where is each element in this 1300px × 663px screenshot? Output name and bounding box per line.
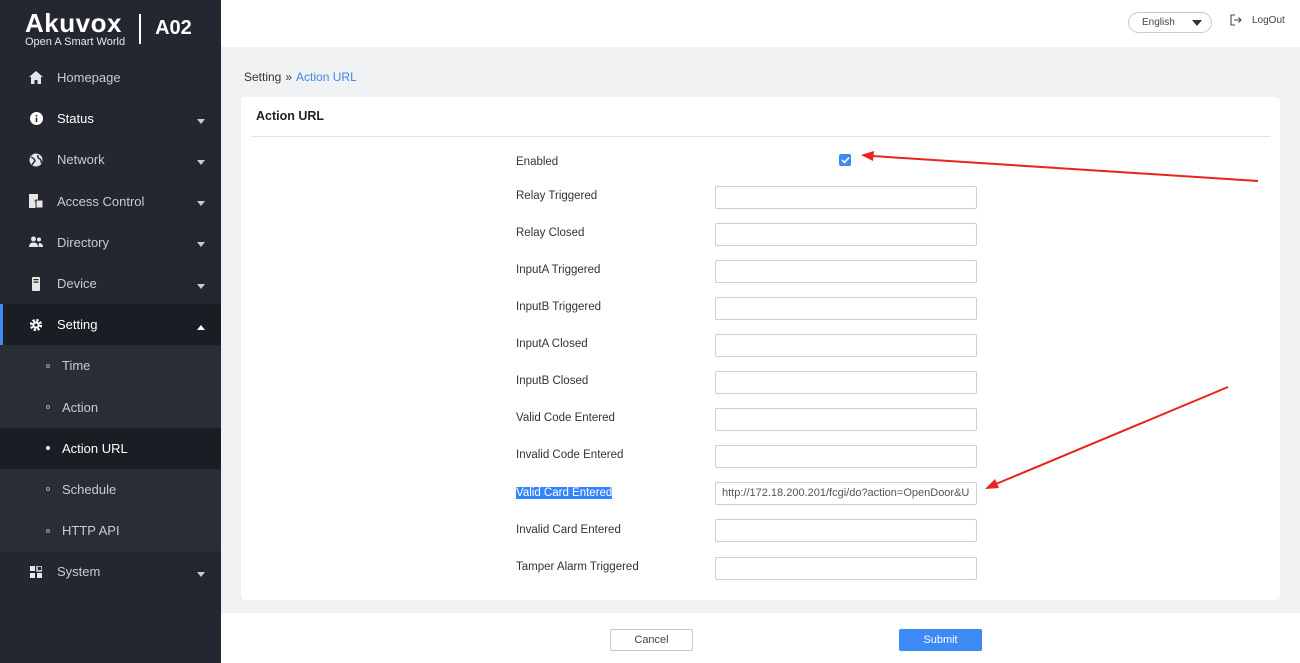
form-footer: Cancel Submit	[221, 613, 1300, 663]
sidebar-nav: Homepage Status Network Access Control D…	[0, 57, 221, 592]
logo-name: Akuvox	[25, 7, 122, 38]
divider	[251, 136, 1270, 137]
globe-icon	[28, 153, 44, 167]
check-icon	[840, 156, 850, 164]
enabled-label: Enabled	[516, 156, 559, 168]
sidebar-item-label: Status	[57, 111, 94, 127]
sidebar-item-setting[interactable]: Setting	[0, 304, 221, 346]
chevron-down-icon	[197, 118, 205, 124]
valid-code-entered-label: Valid Code Entered	[516, 412, 615, 424]
breadcrumb-current: Action URL	[296, 70, 357, 84]
valid-code-entered-input[interactable]	[715, 408, 977, 431]
valid-card-entered-label: Valid Card Entered	[516, 487, 613, 499]
akuvox-logo: Akuvox Open A Smart World	[25, 10, 125, 48]
highlighted-label-text: Valid Card Entered	[516, 487, 613, 499]
invalid-code-entered-label: Invalid Code Entered	[516, 449, 624, 461]
bullet-icon	[46, 405, 50, 410]
sidebar-subitem-label: Action URL	[62, 440, 128, 456]
users-icon	[28, 235, 44, 249]
tamper-alarm-triggered-input[interactable]	[715, 557, 977, 580]
gear-icon	[28, 318, 44, 332]
sidebar-item-status[interactable]: Status	[0, 98, 221, 139]
sidebar-subitem-label: Time	[62, 358, 91, 374]
valid-card-entered-input[interactable]: http://172.18.200.201/fcgi/do?action=Ope…	[715, 482, 977, 505]
sidebar-item-label: Setting	[57, 317, 98, 333]
inputa-triggered-input[interactable]	[715, 260, 977, 283]
sidebar-item-label: Device	[57, 276, 97, 292]
sidebar-item-label: Network	[57, 152, 105, 168]
sidebar-subitem-time[interactable]: Time	[0, 345, 221, 386]
door-icon	[28, 194, 44, 209]
invalid-code-entered-input[interactable]	[715, 445, 977, 468]
sidebar-item-homepage[interactable]: Homepage	[0, 57, 221, 98]
tamper-alarm-triggered-label: Tamper Alarm Triggered	[516, 561, 639, 573]
bullet-icon	[46, 528, 50, 533]
language-select[interactable]: English	[1128, 12, 1212, 33]
device-icon	[28, 276, 44, 291]
relay-triggered-input[interactable]	[715, 186, 977, 209]
invalid-card-entered-label: Invalid Card Entered	[516, 524, 621, 536]
chevron-down-icon	[197, 283, 205, 289]
inputb-triggered-input[interactable]	[715, 297, 977, 320]
logout-button[interactable]: LogOut	[1230, 14, 1285, 26]
chevron-down-icon	[197, 159, 205, 165]
chevron-up-icon	[197, 324, 205, 330]
sidebar-item-network[interactable]: Network	[0, 139, 221, 180]
relay-triggered-label: Relay Triggered	[516, 190, 598, 202]
sidebar-item-label: System	[57, 564, 101, 580]
brand-divider	[139, 13, 142, 44]
info-icon	[28, 112, 44, 126]
cancel-button[interactable]: Cancel	[610, 629, 693, 651]
top-bar: English LogOut	[221, 0, 1300, 47]
inputb-triggered-label: InputB Triggered	[516, 301, 602, 313]
sidebar-item-device[interactable]: Device	[0, 263, 221, 304]
chevron-down-icon	[197, 242, 205, 248]
logout-label: LogOut	[1252, 14, 1285, 26]
inputb-closed-label: InputB Closed	[516, 375, 589, 387]
submit-button[interactable]: Submit	[899, 629, 982, 651]
action-url-card: Action URL Enabled Relay Triggered Relay…	[241, 97, 1280, 600]
sidebar-subitem-label: HTTP API	[62, 523, 120, 539]
sidebar-subitem-action[interactable]: Action	[0, 387, 221, 428]
relay-closed-input[interactable]	[715, 223, 977, 246]
breadcrumb-parent[interactable]: Setting	[244, 70, 281, 84]
grid-icon	[28, 565, 44, 579]
sidebar-item-label: Directory	[57, 234, 110, 250]
sidebar-item-system[interactable]: System	[0, 551, 221, 592]
bullet-icon	[46, 446, 50, 451]
chevron-down-icon	[197, 571, 205, 577]
caret-down-icon	[1192, 20, 1202, 26]
logout-icon	[1230, 14, 1242, 26]
relay-closed-label: Relay Closed	[516, 227, 585, 239]
bullet-icon	[46, 487, 50, 492]
sidebar-subitem-label: Schedule	[62, 481, 117, 497]
inputa-triggered-label: InputA Triggered	[516, 264, 601, 276]
bullet-icon	[46, 363, 50, 368]
brand: Akuvox Open A Smart World A02	[0, 0, 221, 57]
breadcrumb-separator: »	[285, 70, 293, 84]
sidebar-item-label: Homepage	[57, 70, 121, 86]
enabled-checkbox[interactable]	[839, 154, 851, 166]
chevron-down-icon	[197, 201, 205, 207]
sidebar-subitem-action-url[interactable]: Action URL	[0, 427, 221, 469]
inputb-closed-input[interactable]	[715, 371, 977, 394]
logo-tagline: Open A Smart World	[25, 35, 126, 48]
card-title: Action URL	[256, 109, 325, 123]
breadcrumb: Setting » Action URL	[244, 70, 357, 84]
setting-submenu: Time Action Action URL Schedule HTTP API	[0, 345, 221, 552]
sidebar-item-label: Access Control	[57, 193, 145, 209]
sidebar-item-access-control[interactable]: Access Control	[0, 181, 221, 222]
sidebar-subitem-http-api[interactable]: HTTP API	[0, 510, 221, 551]
invalid-card-entered-input[interactable]	[715, 519, 977, 542]
sidebar: Akuvox Open A Smart World A02 Homepage S…	[0, 0, 221, 663]
language-value: English	[1142, 17, 1175, 28]
home-icon	[28, 71, 44, 85]
inputa-closed-label: InputA Closed	[516, 338, 588, 350]
sidebar-subitem-schedule[interactable]: Schedule	[0, 469, 221, 510]
model-name: A02	[155, 17, 192, 39]
sidebar-item-directory[interactable]: Directory	[0, 222, 221, 263]
sidebar-subitem-label: Action	[62, 399, 99, 415]
inputa-closed-input[interactable]	[715, 334, 977, 357]
